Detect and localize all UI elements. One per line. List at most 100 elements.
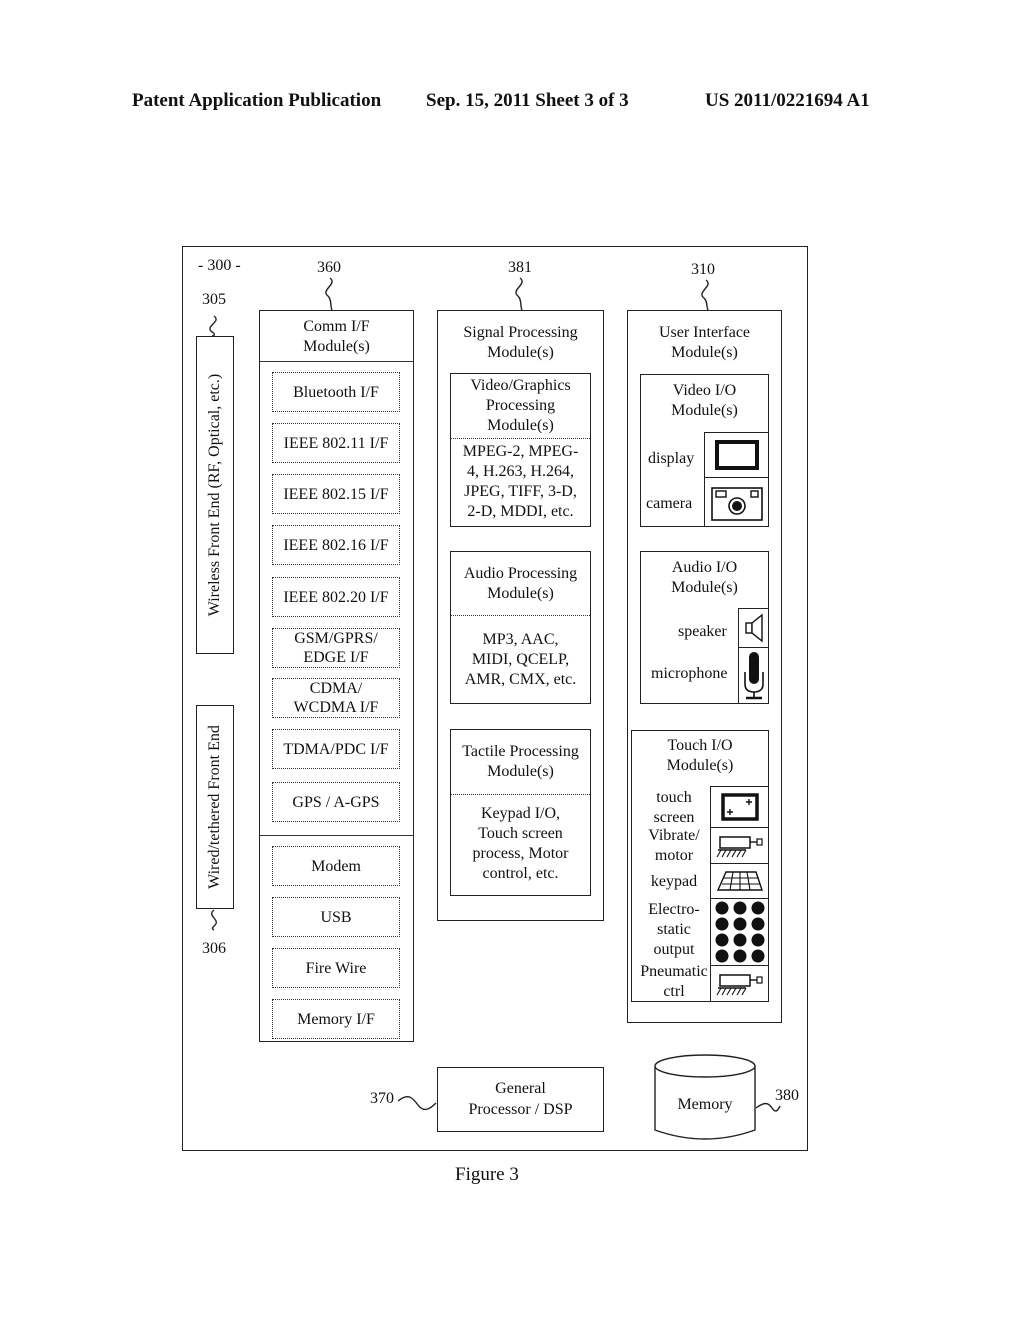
tactile-formats-3: process, Motor	[472, 845, 569, 862]
touch-item-label: ctrl	[663, 983, 685, 1000]
comm-wired-item: Fire Wire	[272, 948, 400, 988]
ui-module-title-1: User Interface	[658, 324, 751, 341]
display-label: display	[648, 450, 695, 467]
signal-module-ref: 381	[508, 259, 532, 276]
tactile-formats-2: Touch screen	[478, 825, 563, 842]
leader-360	[325, 277, 333, 311]
video-module-title-3: Module(s)	[487, 417, 554, 434]
figure-caption: Figure 3	[455, 1164, 519, 1185]
video-formats-3: JPEG, TIFF, 3-D,	[464, 483, 577, 500]
comm-module-title-1: Comm I/F	[303, 318, 370, 335]
touch-item-label: keypad	[650, 873, 698, 890]
video-module-title-2: Processing	[485, 397, 556, 414]
wireless-front-end-label: Wireless Front End (RF, Optical, etc.)	[206, 373, 223, 617]
comm-wireless-item: IEEE 802.16 I/F	[272, 525, 400, 565]
speaker-label: speaker	[678, 623, 727, 640]
video-io-title-2: Module(s)	[671, 402, 738, 419]
audio-processing-title-1: Audio Processing	[463, 565, 578, 582]
speaker-icon	[738, 608, 769, 648]
keypad-icon	[710, 863, 769, 899]
comm-wireless-item: CDMA/ WCDMA I/F	[272, 678, 400, 718]
comm-module-ref: 360	[317, 259, 341, 276]
comm-wired-item: USB	[272, 897, 400, 937]
audio-formats-3: AMR, CMX, etc.	[464, 671, 577, 688]
leader-305	[209, 315, 217, 337]
electrostatic-dot	[733, 901, 746, 915]
tactile-processing-title-2: Module(s)	[487, 763, 554, 780]
camera-label: camera	[646, 495, 693, 512]
touch-item-label: motor	[654, 847, 694, 864]
touch-item-label: static	[657, 921, 691, 938]
audio-io-title-1: Audio I/O	[671, 559, 738, 576]
wired-front-end-label: Wired/tethered Front End	[206, 725, 223, 889]
comm-wireless-item: IEEE 802.15 I/F	[272, 474, 400, 514]
tactile-processing-divider	[451, 794, 590, 795]
ui-module-title-2: Module(s)	[671, 344, 738, 361]
touch-io-title-1: Touch I/O	[667, 737, 733, 754]
comm-wireless-item: IEEE 802.11 I/F	[272, 423, 400, 463]
processor-title-2: Processor / DSP	[468, 1101, 573, 1118]
video-graphics-module-box: Video/Graphics Processing Module(s) MPEG…	[450, 373, 591, 527]
electrostatic-dot	[715, 917, 728, 931]
leader-381	[515, 277, 523, 311]
audio-processing-module-box: Audio Processing Module(s) MP3, AAC, MID…	[450, 551, 591, 704]
audio-processing-title-2: Module(s)	[487, 585, 554, 602]
tactile-processing-title-1: Tactile Processing	[462, 743, 579, 760]
electrostatic-dot	[733, 917, 746, 931]
touch-screen-icon	[710, 786, 769, 828]
electrostatic-dot	[751, 933, 764, 947]
touch-item-label: touch	[656, 789, 692, 806]
touch-item-label: screen	[653, 809, 695, 826]
comm-wired-divider	[260, 835, 413, 836]
pneumatic-ctrl-icon	[710, 965, 769, 1002]
touch-item-label: Electro-	[648, 901, 700, 918]
electrostatic-dot	[715, 901, 728, 915]
general-processor-box: General Processor / DSP	[437, 1067, 604, 1132]
video-module-divider	[451, 438, 590, 439]
wireless-front-end-ref: 305	[202, 291, 226, 308]
touch-item-label: Pneumatic	[640, 963, 708, 980]
comm-wireless-item: TDMA/PDC I/F	[272, 729, 400, 769]
comm-wireless-item: Bluetooth I/F	[272, 372, 400, 412]
ui-module-ref: 310	[691, 261, 715, 278]
comm-wireless-item: GPS / A-GPS	[272, 782, 400, 822]
electrostatic-dot	[715, 933, 728, 947]
processor-title-1: General	[495, 1080, 546, 1097]
touch-item-label: Vibrate/	[648, 827, 700, 844]
electrostatic-dot	[733, 933, 746, 947]
tactile-formats-1: Keypad I/O,	[480, 805, 561, 822]
electrostatic-dot	[751, 917, 764, 931]
wired-front-end-ref: 306	[202, 940, 226, 957]
leader-310	[701, 279, 709, 311]
comm-wireless-item: GSM/GPRS/ EDGE I/F	[272, 628, 400, 668]
microphone-icon	[738, 647, 769, 704]
video-module-title-1: Video/Graphics	[470, 377, 571, 394]
processor-ref: 370	[370, 1090, 394, 1107]
electrostatic-dot	[751, 949, 764, 963]
video-formats-4: 2-D, MDDI, etc.	[467, 503, 574, 520]
audio-io-title-2: Module(s)	[671, 579, 738, 596]
electrostatic-dot	[715, 949, 728, 963]
wired-front-end-box: Wired/tethered Front End	[196, 705, 234, 909]
microphone-label: microphone	[651, 665, 728, 682]
signal-module-title-1: Signal Processing	[463, 324, 578, 341]
touch-io-title-2: Module(s)	[666, 757, 734, 774]
comm-wired-item: Modem	[272, 846, 400, 886]
video-formats-1: MPEG-2, MPEG-	[462, 443, 579, 460]
comm-module-title-2: Module(s)	[303, 338, 370, 355]
touch-item-label: output	[653, 941, 695, 958]
tactile-formats-4: control, etc.	[482, 865, 559, 882]
electrostatic-dot	[751, 901, 764, 915]
leader-306	[211, 909, 217, 931]
vibrate-motor-icon	[710, 827, 769, 864]
electrostatic-dot	[733, 949, 746, 963]
audio-formats-1: MP3, AAC,	[482, 631, 559, 648]
audio-processing-divider	[451, 615, 590, 616]
comm-wired-item: Memory I/F	[272, 999, 400, 1039]
video-formats-2: 4, H.263, H.264,	[466, 463, 575, 480]
memory-ref: 380	[775, 1087, 799, 1104]
signal-module-title-2: Module(s)	[487, 344, 554, 361]
tactile-processing-module-box: Tactile Processing Module(s) Keypad I/O,…	[450, 729, 591, 896]
leader-370	[397, 1095, 437, 1111]
comm-wireless-item: IEEE 802.20 I/F	[272, 577, 400, 617]
